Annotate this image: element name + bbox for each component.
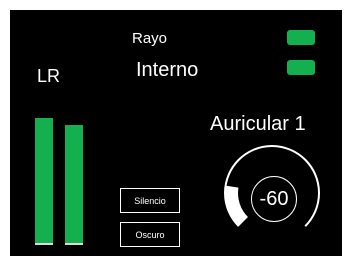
output-label: Auricular 1: [210, 113, 306, 135]
level-meter-right: [65, 125, 83, 245]
mixer-panel: LR Rayo Interno Silencio Oscuro Auricula…: [10, 10, 342, 256]
level-meter-left-base: [35, 243, 53, 245]
status-indicator-2[interactable]: [287, 60, 315, 75]
level-meter-right-base: [65, 243, 83, 245]
volume-value: -60: [251, 176, 297, 222]
level-meter-left: [35, 118, 53, 245]
mute-button[interactable]: Silencio: [120, 188, 180, 213]
source-label: Rayo: [132, 30, 168, 47]
volume-knob-level-arc: [225, 185, 249, 227]
meter-label: LR: [37, 66, 61, 86]
status-indicator-1[interactable]: [287, 30, 315, 45]
source-mode-label: Interno: [136, 59, 199, 81]
level-meter-left-fill: [35, 118, 53, 245]
dark-button[interactable]: Oscuro: [120, 222, 180, 247]
level-meter-right-fill: [65, 125, 83, 245]
